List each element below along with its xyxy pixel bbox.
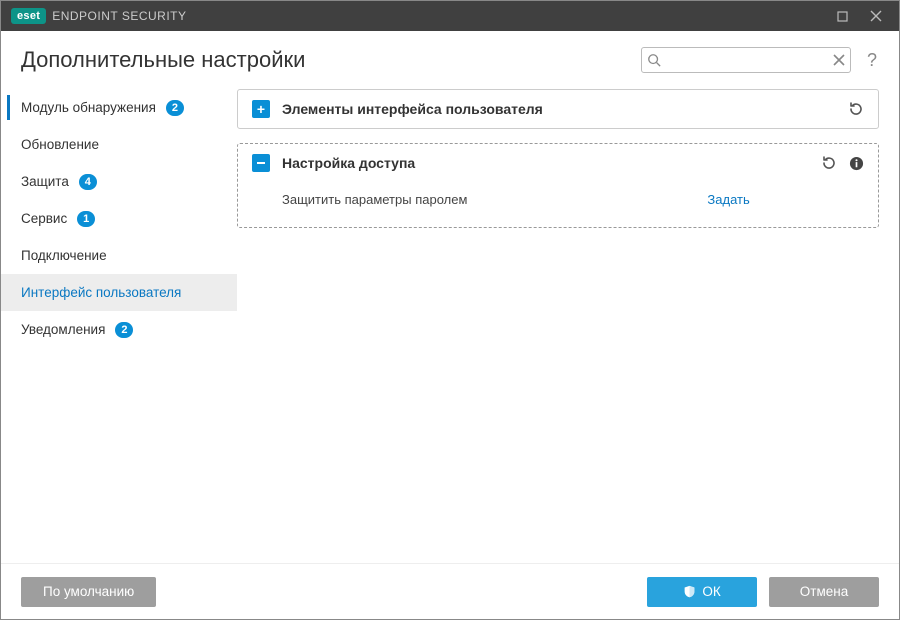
maximize-button[interactable] xyxy=(825,1,859,31)
sidebar-item-label: Защита xyxy=(21,174,69,189)
app-window: eset ENDPOINT SECURITY Дополнительные на… xyxy=(0,0,900,620)
search-field-wrap xyxy=(641,47,851,73)
brand-badge: eset xyxy=(11,8,46,24)
panel-ui-elements: + Элементы интерфейса пользователя xyxy=(237,89,879,129)
defaults-button[interactable]: По умолчанию xyxy=(21,577,156,607)
help-icon[interactable]: ? xyxy=(865,50,879,71)
window-controls xyxy=(825,1,893,31)
panel-header[interactable]: + Элементы интерфейса пользователя xyxy=(238,90,878,128)
sidebar-item-connection[interactable]: Подключение xyxy=(1,237,237,274)
sidebar-item-service[interactable]: Сервис 1 xyxy=(1,200,237,237)
sidebar-item-label: Модуль обнаружения xyxy=(21,100,156,115)
expand-icon: + xyxy=(252,100,270,118)
sidebar-item-detection-module[interactable]: Модуль обнаружения 2 xyxy=(1,89,237,126)
setting-row-password-protect: Защитить параметры паролем Задать xyxy=(282,186,864,213)
panel-title: Элементы интерфейса пользователя xyxy=(282,101,836,117)
panel-header[interactable]: Настройка доступа xyxy=(238,144,878,182)
sidebar-item-label: Сервис xyxy=(21,211,67,226)
header: Дополнительные настройки ? xyxy=(1,31,899,83)
titlebar: eset ENDPOINT SECURITY xyxy=(1,1,899,31)
sidebar-item-notifications[interactable]: Уведомления 2 xyxy=(1,311,237,348)
setting-label: Защитить параметры паролем xyxy=(282,192,467,207)
sidebar: Модуль обнаружения 2 Обновление Защита 4… xyxy=(1,83,237,563)
sidebar-badge: 2 xyxy=(166,100,184,116)
sidebar-badge: 1 xyxy=(77,211,95,227)
brand: eset ENDPOINT SECURITY xyxy=(11,8,187,24)
ok-button-label: ОК xyxy=(702,584,720,599)
sidebar-item-label: Подключение xyxy=(21,248,107,263)
main-content: + Элементы интерфейса пользователя Настр… xyxy=(237,83,899,563)
sidebar-item-label: Уведомления xyxy=(21,322,105,337)
brand-text: ENDPOINT SECURITY xyxy=(52,9,186,23)
set-password-link[interactable]: Задать xyxy=(707,192,749,207)
page-title: Дополнительные настройки xyxy=(21,47,627,73)
footer: По умолчанию ОК Отмена xyxy=(1,563,899,619)
close-button[interactable] xyxy=(859,1,893,31)
sidebar-badge: 4 xyxy=(79,174,97,190)
body: Модуль обнаружения 2 Обновление Защита 4… xyxy=(1,83,899,563)
panel-body: Защитить параметры паролем Задать xyxy=(238,182,878,227)
reset-icon[interactable] xyxy=(821,155,837,171)
sidebar-item-label: Обновление xyxy=(21,137,99,152)
shield-icon xyxy=(683,585,696,598)
panel-title: Настройка доступа xyxy=(282,155,809,171)
sidebar-item-label: Интерфейс пользователя xyxy=(21,285,181,300)
sidebar-badge: 2 xyxy=(115,322,133,338)
search-icon xyxy=(647,53,661,67)
info-icon[interactable] xyxy=(849,156,864,171)
collapse-icon xyxy=(252,154,270,172)
panel-access-setup: Настройка доступа Защитить параметры пар… xyxy=(237,143,879,228)
sidebar-item-user-interface[interactable]: Интерфейс пользователя xyxy=(1,274,237,311)
sidebar-item-protection[interactable]: Защита 4 xyxy=(1,163,237,200)
reset-icon[interactable] xyxy=(848,101,864,117)
sidebar-item-update[interactable]: Обновление xyxy=(1,126,237,163)
search-input[interactable] xyxy=(641,47,851,73)
ok-button[interactable]: ОК xyxy=(647,577,757,607)
clear-search-icon[interactable] xyxy=(833,54,845,66)
cancel-button[interactable]: Отмена xyxy=(769,577,879,607)
